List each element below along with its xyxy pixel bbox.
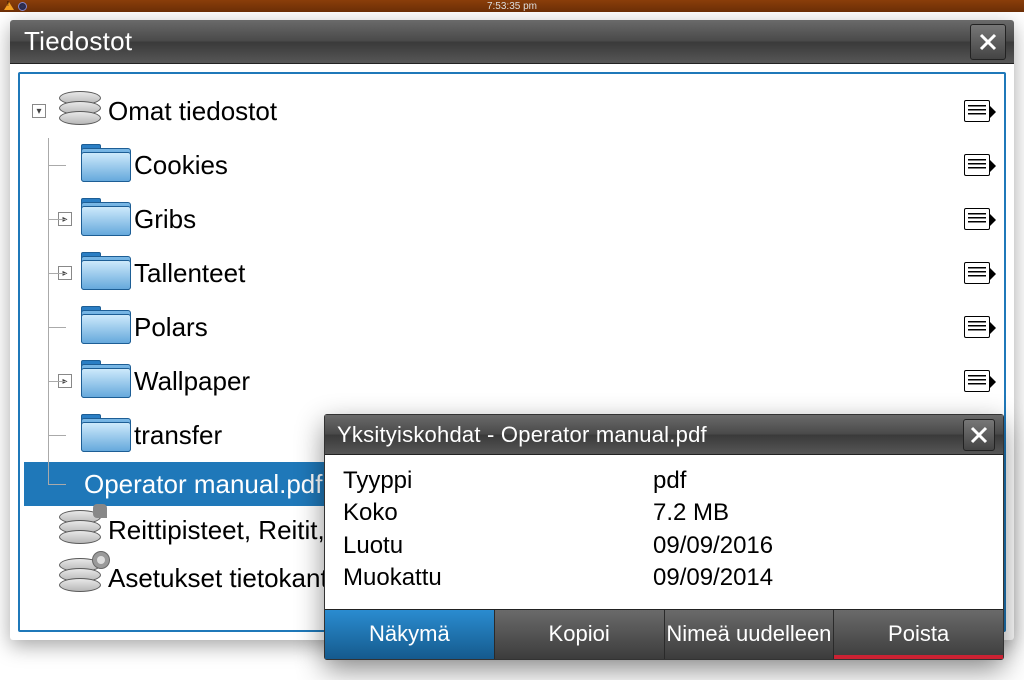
properties-button[interactable] [964,370,990,392]
delete-button[interactable]: Poista [834,610,1003,659]
database-icon [52,91,108,131]
details-titlebar: Yksityiskohdat - Operator manual.pdf [325,415,1003,455]
details-buttons: Näkymä Kopioi Nimeä uudelleen Poista [325,609,1003,659]
detail-row-modified: Muokattu 09/09/2014 [343,562,985,594]
warning-icon [4,2,14,10]
detail-key: Koko [343,497,653,529]
details-body: Tyyppi pdf Koko 7.2 MB Luotu 09/09/2016 … [325,455,1003,609]
properties-button[interactable] [964,208,990,230]
folder-label: Wallpaper [134,366,956,397]
detail-row-created: Luotu 09/09/2016 [343,530,985,562]
folder-label: Tallenteet [134,258,956,289]
detail-key: Muokattu [343,562,653,594]
close-icon [978,32,998,52]
properties-button[interactable] [964,262,990,284]
tree-root[interactable]: ▾ Omat tiedostot [24,84,1000,138]
files-close-button[interactable] [970,24,1006,60]
details-dialog: Yksityiskohdat - Operator manual.pdf Tyy… [324,414,1004,660]
detail-key: Tyyppi [343,465,653,497]
files-titlebar: Tiedostot [10,20,1014,64]
folder-gribs[interactable]: ▸ Gribs [24,192,1000,246]
folder-icon [78,416,134,454]
folder-label: Cookies [134,150,956,181]
folder-icon [78,362,134,400]
folder-icon [78,200,134,238]
detail-row-size: Koko 7.2 MB [343,497,985,529]
detail-key: Luotu [343,530,653,562]
details-title: Yksityiskohdat - Operator manual.pdf [337,422,707,448]
status-bar: 7:53:35 pm [0,0,1024,12]
close-icon [969,425,989,445]
status-time: 7:53:35 pm [487,1,537,12]
detail-value: 09/09/2016 [653,530,773,562]
properties-button[interactable] [964,154,990,176]
properties-button[interactable] [964,100,990,122]
properties-button[interactable] [964,316,990,338]
status-icons [4,0,27,12]
view-button[interactable]: Näkymä [325,610,495,659]
copy-button[interactable]: Kopioi [495,610,665,659]
folder-polars[interactable]: Polars [24,300,1000,354]
detail-value: 09/09/2014 [653,562,773,594]
folder-cookies[interactable]: Cookies [24,138,1000,192]
folder-icon [78,146,134,184]
folder-icon [78,254,134,292]
files-title: Tiedostot [24,26,132,57]
folder-tallenteet[interactable]: ▸ Tallenteet [24,246,1000,300]
expander-icon[interactable]: ▾ [32,104,46,118]
detail-row-type: Tyyppi pdf [343,465,985,497]
detail-value: 7.2 MB [653,497,729,529]
details-close-button[interactable] [963,419,995,451]
database-flag-icon [52,510,108,550]
database-gear-icon [52,558,108,598]
globe-icon [18,2,27,11]
folder-wallpaper[interactable]: ▸ Wallpaper [24,354,1000,408]
detail-value: pdf [653,465,686,497]
root-label: Omat tiedostot [108,96,956,127]
rename-button[interactable]: Nimeä uudelleen [665,610,835,659]
folder-label: Polars [134,312,956,343]
folder-label: Gribs [134,204,956,235]
folder-icon [78,308,134,346]
